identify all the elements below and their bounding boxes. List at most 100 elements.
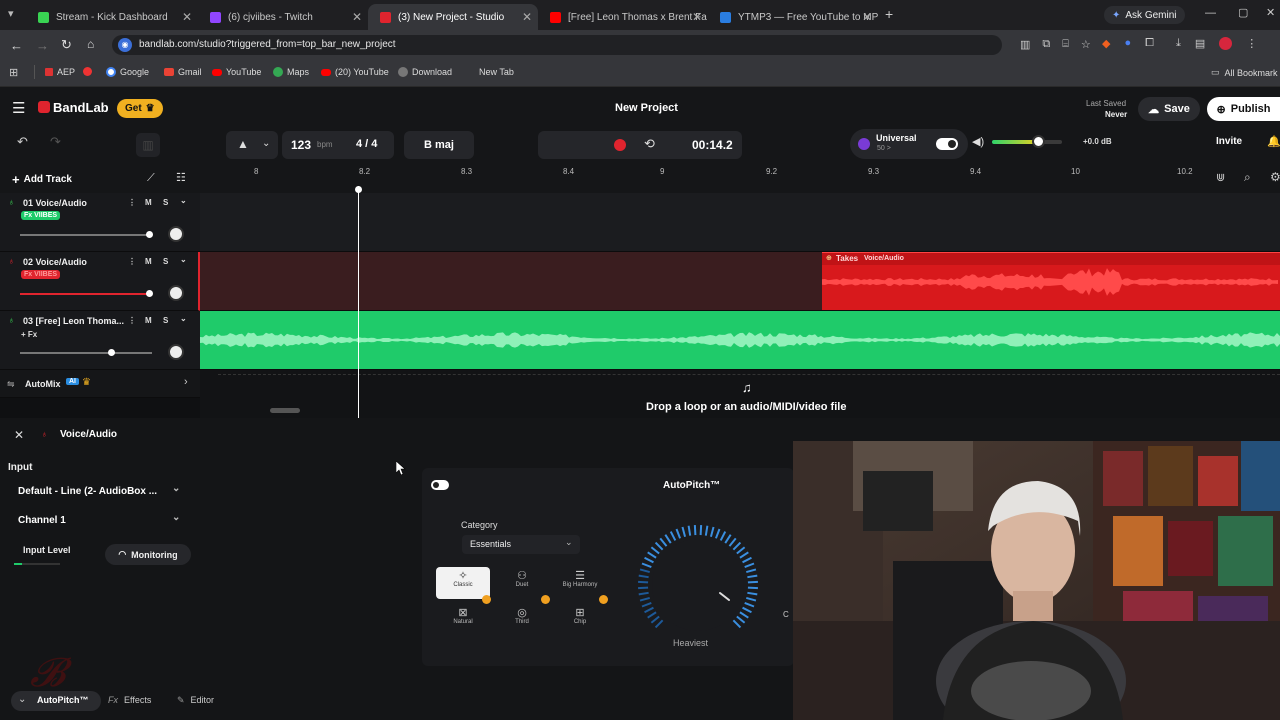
pan-knob[interactable]	[168, 344, 184, 360]
get-membership-button[interactable]: Get ♛	[117, 99, 163, 118]
preset-chip[interactable]: ⊞ Chip	[553, 604, 607, 636]
timeline-ruler[interactable]: 8 8.2 8.3 8.4 9 9.2 9.3 9.4 10 10.2	[200, 167, 1280, 193]
bookmark-google[interactable]: Google	[106, 67, 149, 77]
track-options-icon[interactable]: ⋮	[128, 316, 136, 325]
preset-chip[interactable]: ⚇ Duet	[495, 567, 549, 599]
close-tab-icon[interactable]: ✕	[182, 10, 192, 24]
mixer-icon[interactable]: ▥	[136, 133, 160, 157]
redo-icon[interactable]: ↷	[50, 134, 61, 150]
pan-knob[interactable]	[168, 226, 184, 242]
bookmark-aep[interactable]: AEP	[45, 67, 75, 77]
publish-button[interactable]: ⊕ Publish	[1207, 97, 1280, 121]
loop-icon[interactable]: ⟲	[644, 136, 655, 152]
menu-kebab-icon[interactable]: ⋮	[1246, 37, 1257, 50]
profile-avatar[interactable]	[1219, 37, 1233, 50]
playhead-handle[interactable]	[355, 186, 362, 193]
audio-region[interactable]: ⊕ Takes Voice/Audio	[822, 252, 1280, 310]
track-options-icon[interactable]: ⋮	[128, 198, 136, 207]
track-name[interactable]: 03 [Free] Leon Thoma...	[23, 316, 124, 326]
volume-handle[interactable]	[1032, 135, 1045, 148]
browser-tab-active[interactable]: (3) New Project - Studio ✕	[368, 4, 538, 30]
close-tab-icon[interactable]: ✕	[692, 10, 702, 24]
bookmark-new-tab[interactable]: New Tab	[479, 67, 514, 77]
preset-toggle[interactable]	[936, 138, 958, 150]
all-bookmarks[interactable]: ▭ All Bookmark	[1211, 67, 1278, 78]
tab-autopitch[interactable]: ⌄ AutoPitch™	[11, 691, 101, 711]
track-name[interactable]: 01 Voice/Audio	[23, 198, 87, 208]
speaker-icon[interactable]: ◀)	[972, 135, 984, 148]
preset-chip[interactable]: ⊠ Natural	[436, 604, 490, 636]
bookmark-youtube[interactable]: YouTube	[212, 67, 261, 77]
chevron-right-icon[interactable]: ›	[184, 376, 188, 388]
record-button[interactable]	[614, 139, 626, 151]
fx-badge[interactable]: Fx VIIBES	[21, 211, 61, 220]
horizontal-scrollbar[interactable]	[270, 408, 300, 413]
new-tab-button[interactable]: +	[885, 6, 893, 22]
bookmark-star-icon[interactable]: ☆	[1081, 38, 1091, 51]
track-header[interactable]: ♁ 03 [Free] Leon Thoma... + Fx ⋮ M S ⌄	[0, 311, 200, 370]
close-tab-icon[interactable]: ✕	[862, 10, 872, 24]
tempo-value[interactable]: 123	[291, 138, 311, 152]
volume-slider[interactable]	[20, 290, 153, 297]
mute-button[interactable]: M	[145, 198, 152, 207]
track-name[interactable]: 02 Voice/Audio	[23, 257, 87, 267]
zoom-icon[interactable]: ⌕	[1244, 170, 1251, 185]
close-window-icon[interactable]: ✕	[1266, 6, 1275, 19]
translate-icon[interactable]: ⌸	[1062, 38, 1069, 51]
track-header-selected[interactable]: ♁ 02 Voice/Audio Fx VIIBES ⋮ M S ⌄	[0, 252, 200, 311]
brand-name[interactable]: BandLab	[53, 100, 109, 115]
bookmark-youtube-20[interactable]: (20) YouTube	[321, 67, 389, 77]
cast-icon[interactable]: ⧉	[1042, 38, 1050, 51]
tracks-settings-icon[interactable]: ☷	[176, 171, 186, 184]
tab-editor[interactable]: ✎ Editor	[177, 695, 214, 706]
volume-slider[interactable]	[20, 231, 153, 238]
input-device-select[interactable]: Default - Line (2- AudioBox ... ⌄	[10, 482, 188, 502]
fx-badge[interactable]: Fx VIIBES	[21, 270, 61, 279]
notification-bell-icon[interactable]: 🔔	[1267, 135, 1280, 148]
add-track-button[interactable]: + Add Track	[12, 172, 72, 187]
mute-button[interactable]: M	[145, 257, 152, 266]
preset-chip[interactable]: ☰ Big Harmony	[553, 567, 607, 599]
snap-magnet-icon[interactable]: ⋓	[1216, 171, 1225, 184]
master-volume-slider[interactable]	[992, 135, 1062, 148]
browser-tab[interactable]: (6) cjviibes - Twitch ✕	[198, 4, 368, 30]
preset-control[interactable]: Universal 50 >	[850, 129, 968, 159]
add-fx-button[interactable]: + Fx	[21, 330, 37, 339]
drop-zone[interactable]: ♫ Drop a loop or an audio/MIDI/video fil…	[200, 370, 1280, 418]
track-lane[interactable]: ⊕ Takes Voice/Audio	[200, 252, 1280, 311]
bookmark-maps[interactable]: Maps	[273, 67, 309, 77]
preset-chip[interactable]: ✧ Classic	[436, 567, 490, 599]
tempo-timesig-control[interactable]: 123 bpm 4 / 4	[282, 131, 394, 159]
puzzle-icon[interactable]: ⧠	[1145, 37, 1154, 50]
key-selector[interactable]: B maj	[404, 131, 474, 159]
track-options-icon[interactable]: ⋮	[128, 257, 136, 266]
back-icon[interactable]: ←	[10, 38, 23, 53]
close-tab-icon[interactable]: ✕	[522, 10, 532, 24]
mute-button[interactable]: M	[145, 316, 152, 325]
chevron-down-icon[interactable]: ⌄	[180, 255, 187, 264]
hamburger-menu-icon[interactable]: ☰	[12, 99, 25, 117]
reload-icon[interactable]: ↻	[61, 37, 72, 53]
undo-icon[interactable]: ↶	[17, 134, 28, 150]
track-lane[interactable]	[200, 193, 1280, 252]
address-bar[interactable]: ◉ bandlab.com/studio?triggered_from=top_…	[112, 35, 1002, 55]
minimize-icon[interactable]: —	[1205, 7, 1216, 19]
bookmark-download[interactable]: Download	[398, 67, 452, 77]
bookmark-red[interactable]	[83, 67, 96, 76]
metronome-control[interactable]: ▲ ⌄	[226, 131, 278, 159]
tab-effects[interactable]: Fx Effects	[108, 695, 151, 705]
apps-grid-icon[interactable]: ⊞	[9, 66, 18, 79]
browser-tab[interactable]: [Free] Leon Thomas x Brent Fa ✕	[538, 4, 708, 30]
preset-chip[interactable]: ◎ Third	[495, 604, 549, 636]
volume-handle[interactable]	[146, 231, 153, 238]
extension-icon[interactable]: ◆	[1102, 37, 1110, 50]
time-signature[interactable]: 4 / 4	[356, 138, 377, 150]
automix-row[interactable]: ⇋ AutoMix AI ♛ ›	[0, 370, 200, 398]
autopitch-power-toggle[interactable]	[431, 480, 449, 490]
track-header[interactable]: ♁ 01 Voice/Audio Fx VIIBES ⋮ M S ⌄	[0, 193, 200, 252]
pan-knob[interactable]	[168, 285, 184, 301]
solo-button[interactable]: S	[163, 257, 168, 266]
volume-handle[interactable]	[108, 349, 115, 356]
site-info-icon[interactable]: ◉	[118, 38, 132, 52]
close-panel-icon[interactable]: ✕	[14, 428, 24, 442]
